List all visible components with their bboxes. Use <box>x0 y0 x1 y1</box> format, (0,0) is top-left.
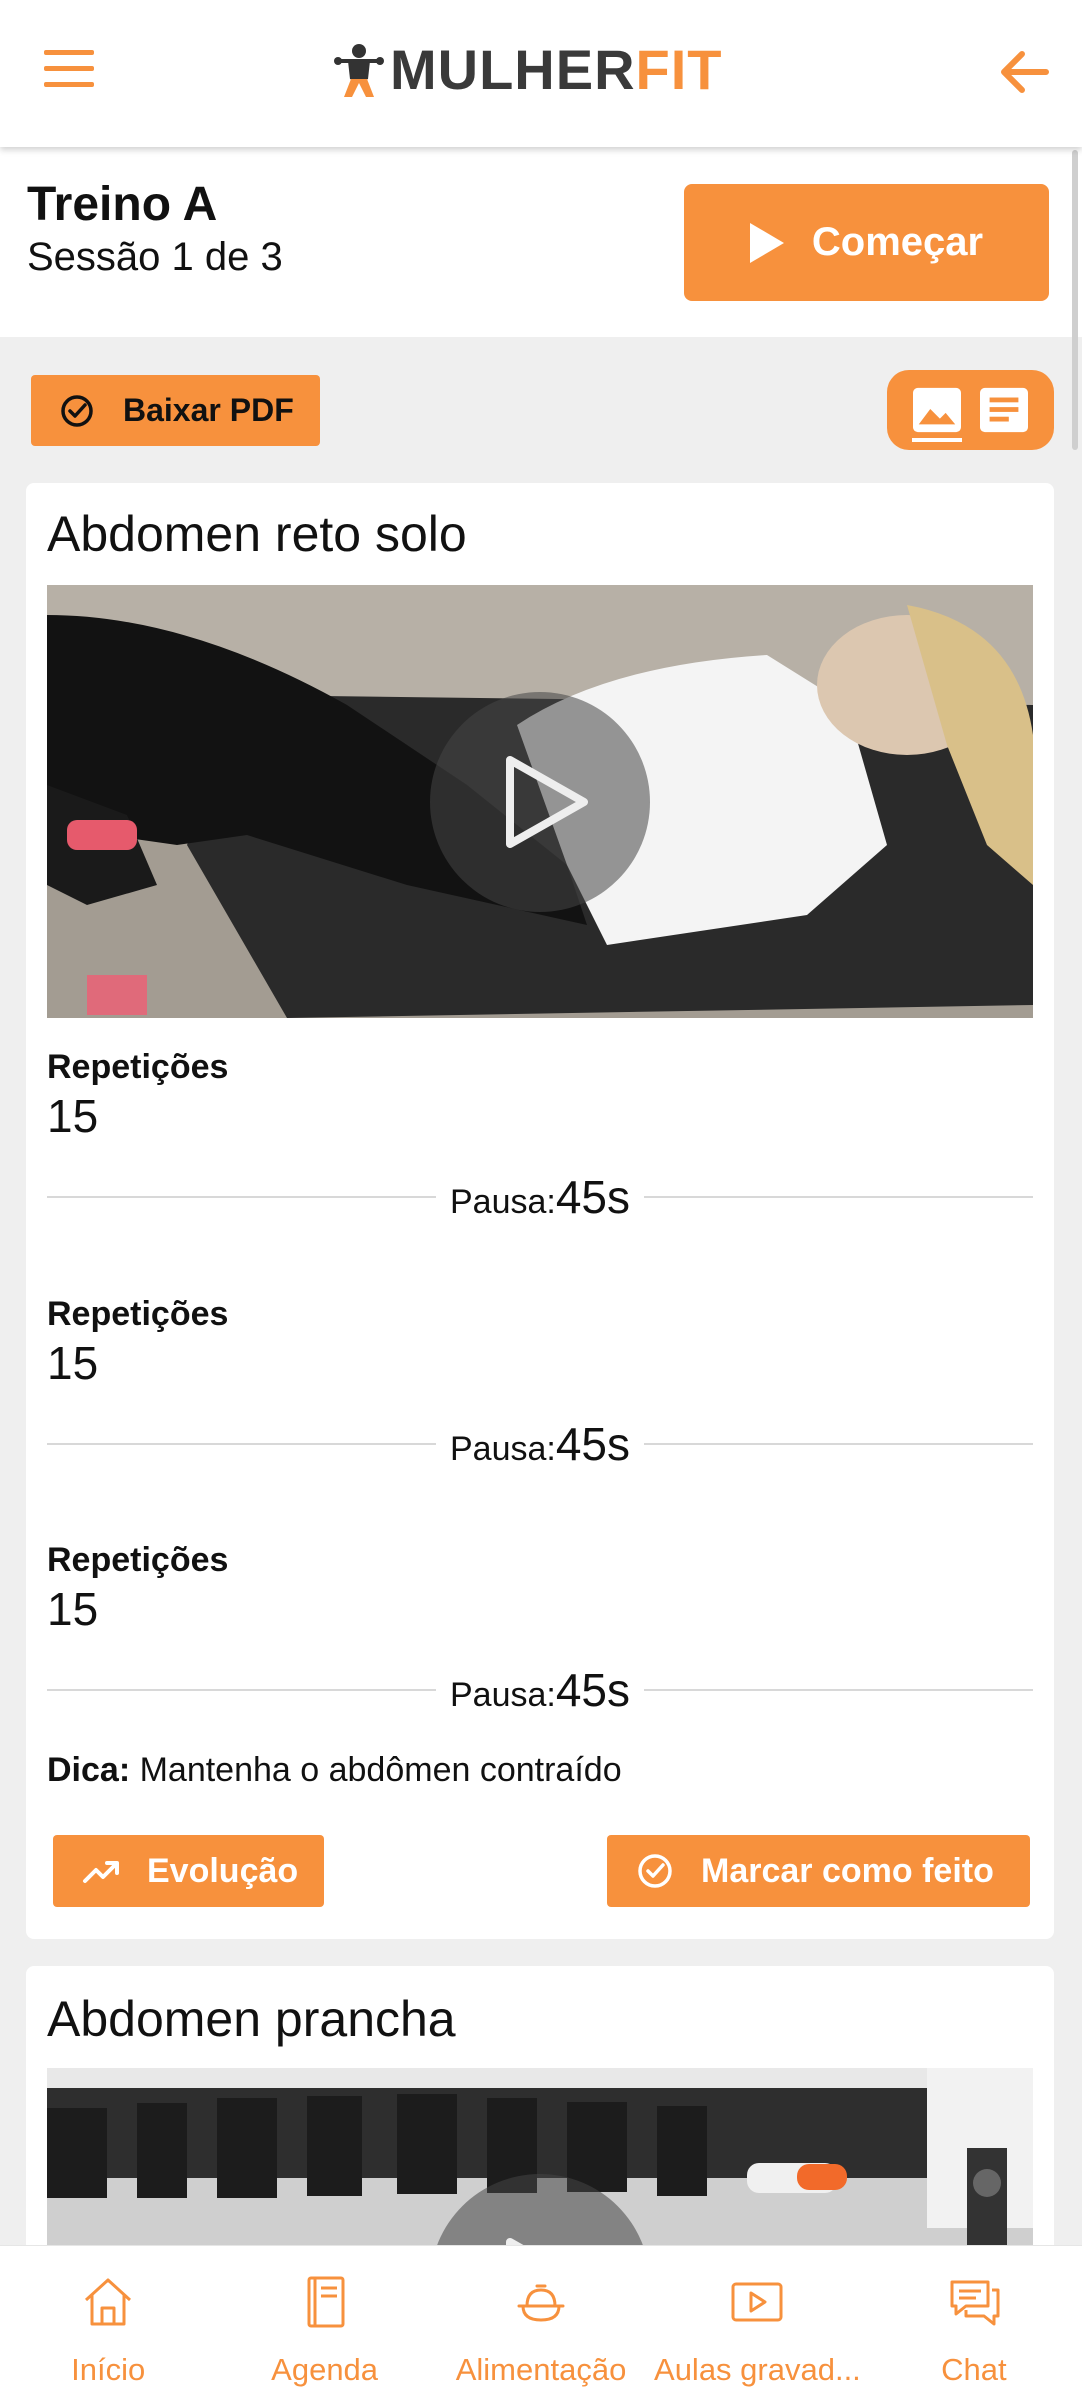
arrow-left-icon[interactable] <box>996 44 1052 100</box>
text-view-icon[interactable] <box>977 382 1031 438</box>
download-pdf-label: Baixar PDF <box>123 392 294 428</box>
set-label: Repetições <box>47 1295 229 1333</box>
set-label: Repetições <box>47 1048 229 1086</box>
image-view-icon[interactable] <box>910 382 964 442</box>
tip-text: Mantenha o abdômen contraído <box>130 1751 622 1789</box>
pause-value: 45s <box>555 1664 631 1716</box>
exercise-tip: Dica: Mantenha o abdômen contraído <box>47 1751 622 1790</box>
home-icon <box>85 2278 132 2326</box>
pause-label: Pausa: <box>449 1676 556 1714</box>
evolution-button[interactable]: Evolução <box>53 1835 324 1907</box>
chat-icon <box>950 2280 1000 2326</box>
mark-done-button[interactable]: Marcar como feito <box>607 1835 1030 1907</box>
exercise-card: Abdomen reto solo Repetições 15 Pausa:45… <box>26 483 1054 1939</box>
set-item: Repetições 15 <box>47 1541 228 1636</box>
start-button[interactable]: Começar <box>684 184 1049 301</box>
mark-done-label: Marcar como feito <box>701 1851 994 1890</box>
nav-item-aulas-gravadas[interactable]: Aulas gravad... <box>649 2246 865 2402</box>
top-bar: MULHERFIT <box>0 0 1082 147</box>
pause-divider: Pausa:45s <box>47 1664 1033 1716</box>
check-circle-icon <box>61 394 93 427</box>
view-mode-toggle <box>887 370 1054 450</box>
set-repetitions: 15 <box>47 1337 99 1389</box>
evolution-label: Evolução <box>147 1851 299 1890</box>
hamburger-menu-icon[interactable] <box>44 50 104 94</box>
session-progress: Sessão 1 de 3 <box>27 235 283 279</box>
nav-item-alimentacao[interactable]: Alimentação <box>433 2246 649 2402</box>
bottom-navigation: Início Agenda Alimentação Aulas gravad..… <box>0 2245 1082 2402</box>
workout-title: Treino A <box>27 178 218 231</box>
pause-divider: Pausa:45s <box>47 1418 1033 1470</box>
video-play-icon <box>731 2282 783 2322</box>
nav-item-label: Aulas gravad... <box>654 2352 861 2387</box>
nav-item-label: Agenda <box>271 2352 379 2387</box>
set-repetitions: 15 <box>47 1090 99 1142</box>
app-logo: MULHERFIT <box>334 38 723 102</box>
exercise-title: Abdomen prancha <box>47 1991 456 2047</box>
trending-up-icon <box>83 1861 119 1883</box>
notebook-icon <box>307 2276 345 2328</box>
set-item: Repetições 15 <box>47 1048 228 1143</box>
pause-label: Pausa: <box>449 1430 556 1468</box>
download-pdf-button[interactable]: Baixar PDF <box>31 375 320 446</box>
logo-text-fit: FIT <box>635 38 723 101</box>
nav-item-label: Alimentação <box>455 2352 627 2387</box>
nav-item-inicio[interactable]: Início <box>0 2246 216 2402</box>
video-play-icon[interactable] <box>430 692 650 912</box>
tip-label: Dica: <box>47 1751 131 1789</box>
app-screen: MULHERFIT Treino A Sessão 1 de 3 Começar… <box>0 0 1082 2402</box>
session-header: Treino A Sessão 1 de 3 Começar <box>0 147 1082 337</box>
scrollbar[interactable] <box>1072 150 1078 450</box>
set-repetitions: 15 <box>47 1583 99 1635</box>
nav-item-agenda[interactable]: Agenda <box>216 2246 432 2402</box>
exercise-title: Abdomen reto solo <box>47 506 467 562</box>
logo-figure-icon <box>334 44 384 97</box>
pause-value: 45s <box>555 1171 631 1223</box>
set-item: Repetições 15 <box>47 1295 228 1390</box>
pause-label: Pausa: <box>449 1183 556 1221</box>
check-circle-icon <box>638 1854 672 1888</box>
pause-divider: Pausa:45s <box>47 1171 1033 1223</box>
set-label: Repetições <box>47 1541 229 1579</box>
logo-text-mulher: MULHER <box>390 38 636 101</box>
exercise-video[interactable] <box>47 585 1033 1018</box>
start-button-label: Começar <box>811 220 984 264</box>
nav-item-chat[interactable]: Chat <box>866 2246 1082 2402</box>
nav-item-label: Chat <box>941 2352 1007 2387</box>
meal-icon <box>517 2284 565 2322</box>
pause-value: 45s <box>555 1418 631 1470</box>
nav-item-label: Início <box>71 2352 146 2387</box>
play-icon <box>749 222 784 263</box>
